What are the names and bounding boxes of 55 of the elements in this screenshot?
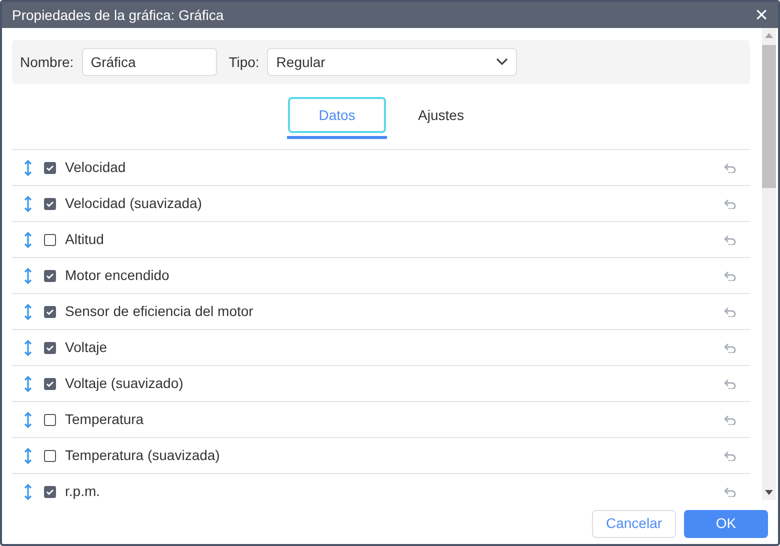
drag-handle-icon[interactable] xyxy=(24,232,32,248)
type-dropdown[interactable]: Regular xyxy=(267,48,518,76)
type-label: Tipo: xyxy=(228,52,260,72)
undo-icon[interactable] xyxy=(724,342,736,352)
tab[interactable]: Datos xyxy=(288,97,386,133)
window-title: Propiedades de la gráfica: Gráfica xyxy=(12,6,224,25)
close-button[interactable]: × xyxy=(755,4,768,26)
row-label: Temperatura (suavizada) xyxy=(65,446,221,465)
row-label: Voltaje xyxy=(65,338,108,357)
checkbox[interactable] xyxy=(44,234,56,246)
drag-handle-icon[interactable] xyxy=(24,484,32,500)
drag-handle-icon[interactable] xyxy=(24,196,32,212)
scroll-up-icon[interactable] xyxy=(765,33,773,38)
scrollbar[interactable] xyxy=(762,28,776,500)
ok-button[interactable]: OK xyxy=(684,510,768,538)
undo-icon[interactable] xyxy=(724,198,736,208)
undo-icon[interactable] xyxy=(724,306,736,316)
drag-handle-icon[interactable] xyxy=(24,448,32,464)
cancel-button[interactable]: Cancelar xyxy=(592,510,676,538)
drag-handle-icon[interactable] xyxy=(24,412,32,428)
scroll-down-icon[interactable] xyxy=(765,490,773,495)
undo-icon[interactable] xyxy=(724,486,736,496)
undo-icon[interactable] xyxy=(724,270,736,280)
chevron-down-icon xyxy=(496,58,508,66)
drag-handle-icon[interactable] xyxy=(24,268,32,284)
row-label: Velocidad xyxy=(65,158,127,177)
drag-handle-icon[interactable] xyxy=(24,340,32,356)
checkbox[interactable] xyxy=(44,378,56,390)
undo-icon[interactable] xyxy=(724,234,736,244)
row-label: Altitud xyxy=(65,230,105,249)
checkbox[interactable] xyxy=(44,162,56,174)
undo-icon[interactable] xyxy=(724,162,736,172)
scrollbar-thumb[interactable] xyxy=(762,45,776,188)
name-field[interactable]: Gráfica xyxy=(82,48,217,76)
undo-icon[interactable] xyxy=(724,378,736,388)
tab[interactable]: Ajustes xyxy=(392,97,490,133)
checkbox[interactable] xyxy=(44,486,56,498)
name-label: Nombre: xyxy=(20,52,74,72)
row-label: Voltaje (suavizado) xyxy=(65,374,184,393)
undo-icon[interactable] xyxy=(724,414,736,424)
checkbox[interactable] xyxy=(44,306,56,318)
checkbox[interactable] xyxy=(44,450,56,462)
row-label: Temperatura xyxy=(65,410,145,429)
row-label: Sensor de eficiencia del motor xyxy=(65,302,254,321)
checkbox[interactable] xyxy=(44,198,56,210)
drag-handle-icon[interactable] xyxy=(24,304,32,320)
drag-handle-icon[interactable] xyxy=(24,376,32,392)
row-label: Velocidad (suavizada) xyxy=(65,194,203,213)
checkbox[interactable] xyxy=(44,414,56,426)
drag-handle-icon[interactable] xyxy=(24,160,32,176)
undo-icon[interactable] xyxy=(724,450,736,460)
row-label: r.p.m. xyxy=(65,482,102,501)
checkbox[interactable] xyxy=(44,270,56,282)
checkbox[interactable] xyxy=(44,342,56,354)
row-label: Motor encendido xyxy=(65,266,170,285)
